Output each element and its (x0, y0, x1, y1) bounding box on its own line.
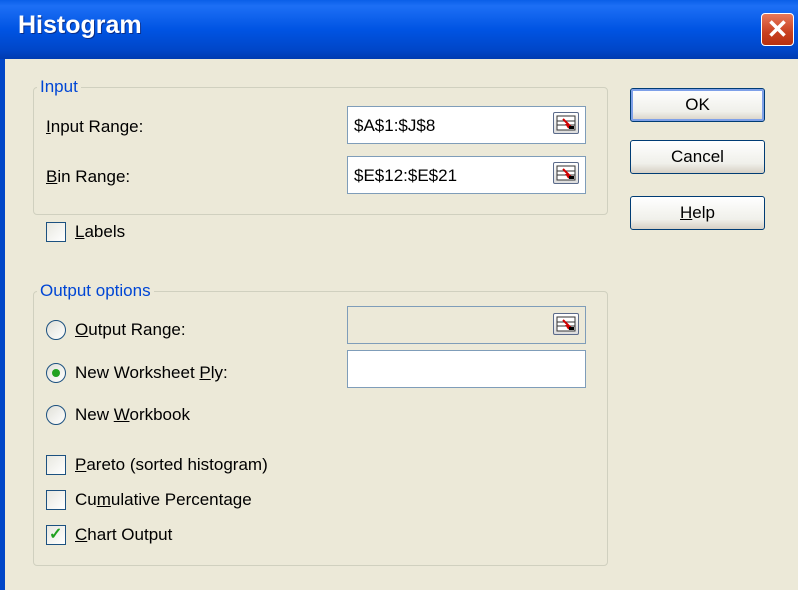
radio-selected-dot (52, 369, 60, 377)
output-range-field[interactable] (347, 306, 586, 344)
new-worksheet-ply-field[interactable] (347, 350, 586, 388)
input-range-value: $A$1:$J$8 (354, 116, 436, 135)
range-selector-icon (556, 165, 576, 181)
help-button[interactable]: Help (630, 196, 765, 230)
new-workbook-label[interactable]: New Workbook (75, 405, 190, 425)
window-title: Histogram (18, 11, 142, 39)
title-bar[interactable]: Histogram ✕ (0, 0, 798, 59)
ok-button[interactable]: OK (630, 88, 765, 122)
output-range-label[interactable]: Output Range: (75, 320, 186, 340)
output-range-radio[interactable] (46, 320, 66, 340)
input-range-field[interactable]: $A$1:$J$8 (347, 106, 586, 144)
chart-output-label[interactable]: Chart Output (75, 525, 172, 545)
range-selector-icon (556, 115, 576, 131)
pareto-checkbox-label[interactable]: Pareto (sorted histogram) (75, 455, 268, 475)
cumulative-percentage-label[interactable]: Cumulative Percentage (75, 490, 252, 510)
output-range-collapse-button[interactable] (553, 313, 579, 335)
checkmark-icon: ✓ (49, 526, 63, 543)
input-range-label: Input Range: (46, 117, 144, 136)
labels-checkbox-label[interactable]: Labels (75, 222, 125, 242)
chart-output-checkbox[interactable]: ✓ (46, 525, 66, 545)
bin-range-collapse-button[interactable] (553, 162, 579, 184)
output-group-legend: Output options (37, 281, 154, 301)
labels-checkbox[interactable] (46, 222, 66, 242)
new-worksheet-ply-radio[interactable] (46, 363, 66, 383)
bin-range-value: $E$12:$E$21 (354, 166, 458, 185)
window-frame (0, 59, 5, 590)
cumulative-percentage-checkbox[interactable] (46, 490, 66, 510)
input-group-legend: Input (37, 77, 81, 97)
range-selector-icon (556, 316, 576, 332)
close-button[interactable]: ✕ (761, 13, 794, 46)
pareto-checkbox[interactable] (46, 455, 66, 475)
new-workbook-radio[interactable] (46, 405, 66, 425)
bin-range-field[interactable]: $E$12:$E$21 (347, 156, 586, 194)
new-worksheet-ply-label[interactable]: New Worksheet Ply: (75, 363, 228, 383)
cancel-button[interactable]: Cancel (630, 140, 765, 174)
input-range-collapse-button[interactable] (553, 112, 579, 134)
bin-range-label: Bin Range: (46, 167, 131, 186)
